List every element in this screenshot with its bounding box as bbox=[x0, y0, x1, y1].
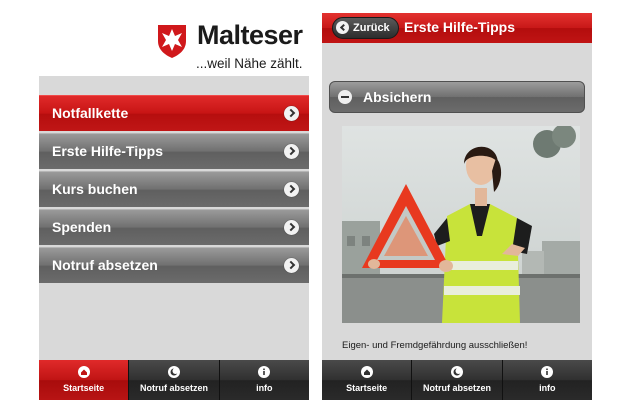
tip-caption: Eigen- und Fremdgefährdung ausschließen! bbox=[342, 340, 528, 351]
page-title: Erste Hilfe-Tipps bbox=[404, 19, 515, 35]
section-title: Absichern bbox=[363, 89, 432, 105]
tab-info[interactable]: info bbox=[501, 360, 592, 400]
main-menu: Notfallkette Erste Hilfe-Tipps Kurs buch… bbox=[39, 95, 309, 285]
tab-bar: Startseite Notruf absetzen info bbox=[39, 360, 309, 400]
info-icon bbox=[541, 366, 554, 378]
logo-header: Malteser ...weil Nähe zählt. bbox=[39, 13, 309, 76]
menu-item-spenden[interactable]: Spenden bbox=[39, 209, 309, 245]
start-screen: Malteser ...weil Nähe zählt. Notfallkett… bbox=[39, 13, 309, 400]
chevron-right-icon bbox=[284, 220, 299, 235]
tab-label: info bbox=[256, 383, 273, 393]
menu-item-erste-hilfe-tipps[interactable]: Erste Hilfe-Tipps bbox=[39, 133, 309, 169]
home-icon bbox=[360, 366, 373, 378]
moon-icon bbox=[450, 366, 463, 378]
first-aid-tips-screen: Zurück Erste Hilfe-Tipps Absichern Eigen… bbox=[322, 13, 592, 400]
tab-label: Startseite bbox=[346, 383, 388, 393]
menu-item-notfallkette[interactable]: Notfallkette bbox=[39, 95, 309, 131]
menu-item-label: Kurs buchen bbox=[52, 181, 138, 197]
tab-bar: Startseite Notruf absetzen info bbox=[322, 360, 592, 400]
brand-tagline: ...weil Nähe zählt. bbox=[196, 56, 303, 71]
collapse-minus-icon bbox=[338, 90, 352, 104]
tab-label: info bbox=[539, 383, 556, 393]
menu-item-label: Notfallkette bbox=[52, 105, 129, 121]
home-icon bbox=[77, 366, 90, 378]
malteser-cross-logo-icon bbox=[158, 25, 186, 58]
menu-item-label: Spenden bbox=[52, 219, 112, 235]
chevron-right-icon bbox=[284, 258, 299, 273]
back-button-label: Zurück bbox=[353, 22, 390, 34]
back-button[interactable]: Zurück bbox=[332, 17, 399, 39]
tab-notruf-absetzen[interactable]: Notruf absetzen bbox=[411, 360, 502, 400]
header-bar: Zurück Erste Hilfe-Tipps bbox=[322, 13, 592, 43]
chevron-right-icon bbox=[284, 182, 299, 197]
menu-item-label: Erste Hilfe-Tipps bbox=[52, 143, 163, 159]
chevron-left-icon bbox=[336, 21, 349, 34]
chevron-right-icon bbox=[284, 106, 299, 121]
brand-name: Malteser bbox=[197, 20, 303, 50]
menu-item-notruf-absetzen[interactable]: Notruf absetzen bbox=[39, 247, 309, 283]
chevron-right-icon bbox=[284, 144, 299, 159]
moon-icon bbox=[167, 366, 180, 378]
tab-notruf-absetzen[interactable]: Notruf absetzen bbox=[128, 360, 219, 400]
menu-item-kurs-buchen[interactable]: Kurs buchen bbox=[39, 171, 309, 207]
tab-label: Startseite bbox=[63, 383, 105, 393]
tab-startseite[interactable]: Startseite bbox=[322, 360, 412, 400]
info-icon bbox=[258, 366, 271, 378]
warning-triangle-photo bbox=[342, 126, 580, 323]
collapsible-header-absichern[interactable]: Absichern bbox=[329, 81, 585, 113]
tab-label: Notruf absetzen bbox=[139, 383, 208, 393]
tab-startseite[interactable]: Startseite bbox=[39, 360, 129, 400]
tab-label: Notruf absetzen bbox=[422, 383, 491, 393]
tab-info[interactable]: info bbox=[218, 360, 309, 400]
menu-item-label: Notruf absetzen bbox=[52, 257, 158, 273]
